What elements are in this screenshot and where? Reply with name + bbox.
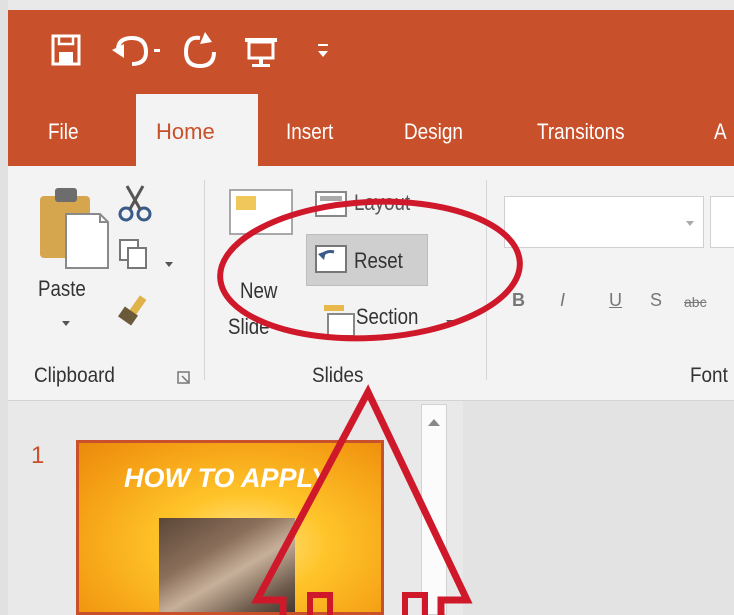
powerpoint-window: File Home Insert Design Transitons A Pas…	[0, 0, 734, 615]
bold-button[interactable]: B	[512, 290, 525, 311]
slide-editor-area	[463, 401, 734, 615]
group-divider	[204, 180, 205, 380]
slide-photo	[159, 518, 295, 612]
font-group-label: Font	[690, 364, 728, 387]
underline-button[interactable]: U	[609, 290, 622, 311]
reset-button-label: Reset	[354, 248, 403, 273]
pane-scrollbar[interactable]	[421, 404, 447, 615]
title-bar	[8, 10, 734, 92]
clipboard-group-label: Clipboard	[34, 364, 115, 387]
tab-insert[interactable]: Insert	[286, 106, 333, 166]
paste-button-label[interactable]: Paste	[38, 276, 86, 302]
shadow-button[interactable]: S	[650, 290, 662, 311]
tab-design[interactable]: Design	[404, 106, 463, 166]
font-size-combobox[interactable]	[710, 196, 734, 248]
font-name-combobox[interactable]	[504, 196, 704, 248]
group-divider	[486, 180, 487, 380]
new-slide-label-1[interactable]: New	[240, 278, 277, 304]
window-edge	[0, 0, 8, 615]
tab-transitions[interactable]: Transitons	[537, 106, 625, 166]
slide-number: 1	[31, 442, 45, 469]
layout-button-label[interactable]: Layout	[354, 190, 410, 216]
slide-title-text: HOW TO APPLY	[124, 463, 330, 493]
tab-file[interactable]: File	[48, 106, 78, 166]
strikethrough-button[interactable]: abc	[684, 294, 707, 310]
tab-animations[interactable]: A	[714, 106, 727, 166]
slide-thumbnail-1[interactable]: HOW TO APPLY	[76, 440, 384, 615]
italic-button[interactable]: I	[560, 290, 565, 311]
ribbon-tab-bar	[8, 92, 734, 166]
new-slide-label-2[interactable]: Slide	[228, 314, 270, 340]
section-button-label[interactable]: Section	[356, 304, 418, 330]
tab-home[interactable]: Home	[136, 94, 258, 166]
slides-group-label: Slides	[312, 364, 364, 387]
